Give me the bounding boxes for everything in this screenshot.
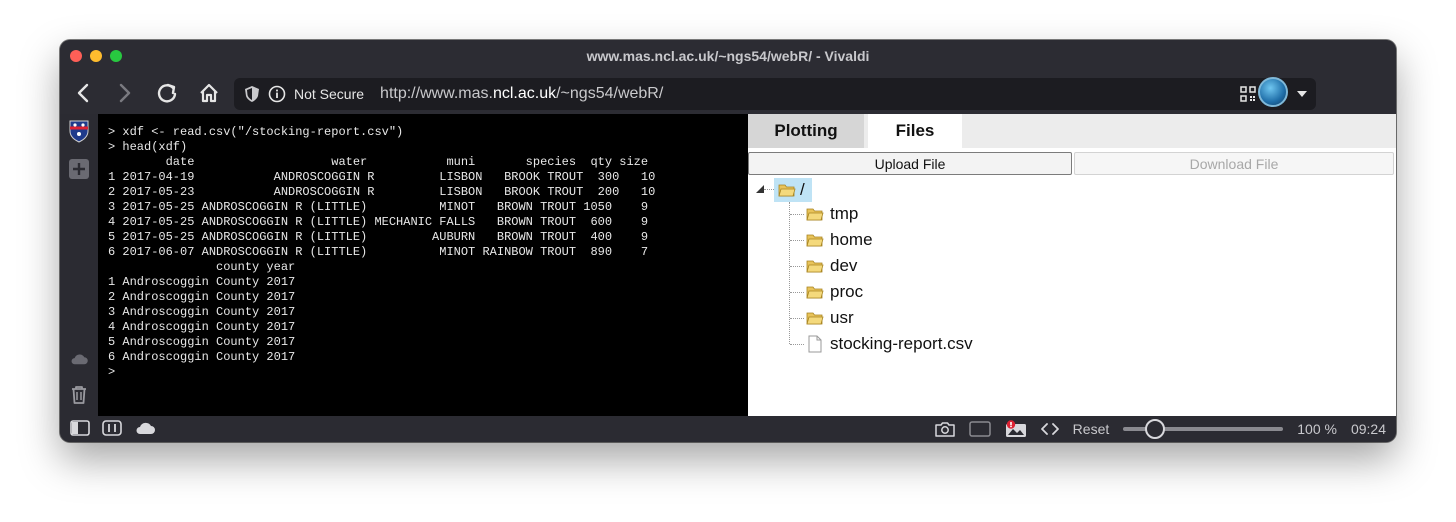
image-toggle-icon[interactable] bbox=[1005, 420, 1027, 438]
console-line: 5 2017-05-25 ANDROSCOGGIN R (LITTLE) AUB… bbox=[108, 230, 649, 244]
reload-icon bbox=[157, 83, 177, 103]
tree-file-stocking-report[interactable]: stocking-report.csv bbox=[806, 332, 973, 356]
home-button[interactable] bbox=[188, 72, 230, 114]
university-crest-icon bbox=[69, 120, 89, 143]
zoom-reset-button[interactable]: Reset bbox=[1073, 421, 1110, 437]
window-controls bbox=[70, 50, 122, 62]
info-icon[interactable] bbox=[268, 85, 286, 103]
zoom-level: 100 % bbox=[1297, 421, 1337, 437]
console-line: 5 Androscoggin County 2017 bbox=[108, 335, 296, 349]
tree-file-label: stocking-report.csv bbox=[830, 334, 973, 353]
panel-tabs: Plotting Files bbox=[748, 114, 1396, 148]
forward-arrow-icon bbox=[119, 83, 131, 103]
tab-tiling-icon[interactable] bbox=[102, 420, 122, 436]
navigation-toolbar: Not Secure http://www.mas.ncl.ac.uk/~ngs… bbox=[60, 72, 1396, 131]
back-arrow-icon bbox=[77, 83, 89, 103]
maximize-window-button[interactable] bbox=[110, 50, 122, 62]
console-line: > bbox=[108, 365, 116, 379]
back-button[interactable] bbox=[62, 72, 104, 114]
url-prefix: http://www.mas. bbox=[380, 85, 493, 102]
security-status[interactable]: Not Secure bbox=[294, 86, 364, 102]
dropdown-arrow-icon[interactable] bbox=[1296, 90, 1308, 98]
tree-root-label: / bbox=[800, 180, 805, 199]
tree-folder-label: proc bbox=[830, 282, 864, 301]
expand-triangle-icon[interactable] bbox=[756, 185, 764, 193]
right-panel: Plotting Files Upload File Download File… bbox=[748, 114, 1396, 416]
upload-file-button[interactable]: Upload File bbox=[748, 152, 1072, 175]
plus-icon bbox=[69, 159, 89, 179]
tree-folder-home[interactable]: home bbox=[806, 228, 873, 252]
console-line: 3 2017-05-25 ANDROSCOGGIN R (LITTLE) MIN… bbox=[108, 200, 649, 214]
tree-folder-label: tmp bbox=[830, 204, 859, 223]
home-icon bbox=[200, 83, 218, 103]
tree-folder-proc[interactable]: proc bbox=[806, 280, 863, 304]
console-line: 6 2017-06-07 ANDROSCOGGIN R (LITTLE) MIN… bbox=[108, 245, 649, 259]
tree-folder-usr[interactable]: usr bbox=[806, 306, 854, 330]
window-title: www.mas.ncl.ac.uk/~ngs54/webR/ - Vivaldi bbox=[586, 48, 870, 64]
console-line: 3 Androscoggin County 2017 bbox=[108, 305, 296, 319]
sync-status-cloud-icon[interactable] bbox=[134, 420, 156, 436]
console-line: 2 2017-05-23 ANDROSCOGGIN R LISBON BROOK… bbox=[108, 185, 656, 199]
status-bar: Reset 100 % 09:24 bbox=[60, 416, 1396, 442]
zoom-slider[interactable] bbox=[1123, 419, 1284, 439]
folder-icon bbox=[806, 208, 824, 221]
console-line: 1 Androscoggin County 2017 bbox=[108, 275, 296, 289]
download-file-button[interactable]: Download File bbox=[1074, 152, 1394, 175]
url-suffix: /~ngs54/webR/ bbox=[556, 85, 664, 102]
title-bar: www.mas.ncl.ac.uk/~ngs54/webR/ - Vivaldi bbox=[60, 40, 1396, 72]
tree-folder-label: dev bbox=[830, 256, 858, 275]
page-tiling-icon[interactable] bbox=[968, 421, 991, 437]
developer-tools-icon[interactable] bbox=[1040, 422, 1059, 436]
qr-code-icon[interactable] bbox=[1240, 86, 1256, 102]
folder-icon bbox=[806, 286, 824, 299]
tree-root-folder[interactable]: / bbox=[774, 178, 812, 202]
console-line: 4 2017-05-25 ANDROSCOGGIN R (LITTLE) MEC… bbox=[108, 215, 649, 229]
panel-toggle-icon[interactable] bbox=[70, 420, 90, 436]
tree-folder-dev[interactable]: dev bbox=[806, 254, 857, 278]
console-line: county year bbox=[108, 260, 296, 274]
console-line: > head(xdf) bbox=[108, 140, 188, 154]
close-window-button[interactable] bbox=[70, 50, 82, 62]
file-icon bbox=[808, 335, 822, 353]
camera-icon[interactable] bbox=[934, 421, 955, 437]
console-line: date water muni species qty size bbox=[108, 155, 649, 169]
tree-folder-label: home bbox=[830, 230, 873, 249]
r-console-output[interactable]: > xdf <- read.csv("/stocking-report.csv"… bbox=[98, 114, 748, 416]
minimize-window-button[interactable] bbox=[90, 50, 102, 62]
url-text[interactable]: http://www.mas.ncl.ac.uk/~ngs54/webR/ bbox=[380, 85, 663, 103]
add-panel-button[interactable] bbox=[68, 158, 90, 180]
folder-icon bbox=[806, 234, 824, 247]
profile-avatar[interactable] bbox=[1258, 77, 1288, 107]
tree-folder-tmp[interactable]: tmp bbox=[806, 202, 858, 226]
status-bar-right: Reset 100 % 09:24 bbox=[934, 416, 1386, 442]
cloud-icon bbox=[71, 354, 88, 365]
folder-icon bbox=[806, 260, 824, 273]
folder-icon bbox=[806, 312, 824, 325]
forward-button[interactable] bbox=[104, 72, 146, 114]
sidebar-item-webpanel[interactable] bbox=[68, 120, 90, 143]
clock: 09:24 bbox=[1350, 421, 1386, 437]
reload-button[interactable] bbox=[146, 72, 188, 114]
folder-open-icon bbox=[778, 184, 796, 197]
shield-icon[interactable] bbox=[244, 85, 260, 103]
trash-button[interactable] bbox=[68, 384, 90, 406]
console-line: 2 Androscoggin County 2017 bbox=[108, 290, 296, 304]
trash-icon bbox=[72, 386, 86, 404]
sidebar-sync-button[interactable] bbox=[68, 348, 90, 370]
console-line: > xdf <- read.csv("/stocking-report.csv"… bbox=[108, 125, 404, 139]
zoom-slider-handle[interactable] bbox=[1145, 419, 1166, 439]
tree-folder-label: usr bbox=[830, 308, 854, 327]
tab-files[interactable]: Files bbox=[868, 114, 962, 148]
status-bar-left bbox=[70, 420, 156, 436]
file-tree: / tmp home dev proc usr stocking-report.… bbox=[748, 176, 1396, 416]
console-line: 4 Androscoggin County 2017 bbox=[108, 320, 296, 334]
tab-plotting[interactable]: Plotting bbox=[748, 114, 864, 148]
browser-window: www.mas.ncl.ac.uk/~ngs54/webR/ - Vivaldi… bbox=[60, 40, 1396, 442]
address-bar[interactable]: Not Secure http://www.mas.ncl.ac.uk/~ngs… bbox=[234, 78, 1316, 110]
console-line: 1 2017-04-19 ANDROSCOGGIN R LISBON BROOK… bbox=[108, 170, 656, 184]
url-domain: ncl.ac.uk bbox=[492, 85, 557, 102]
console-line: 6 Androscoggin County 2017 bbox=[108, 350, 296, 364]
sidebar-panel bbox=[60, 114, 98, 416]
